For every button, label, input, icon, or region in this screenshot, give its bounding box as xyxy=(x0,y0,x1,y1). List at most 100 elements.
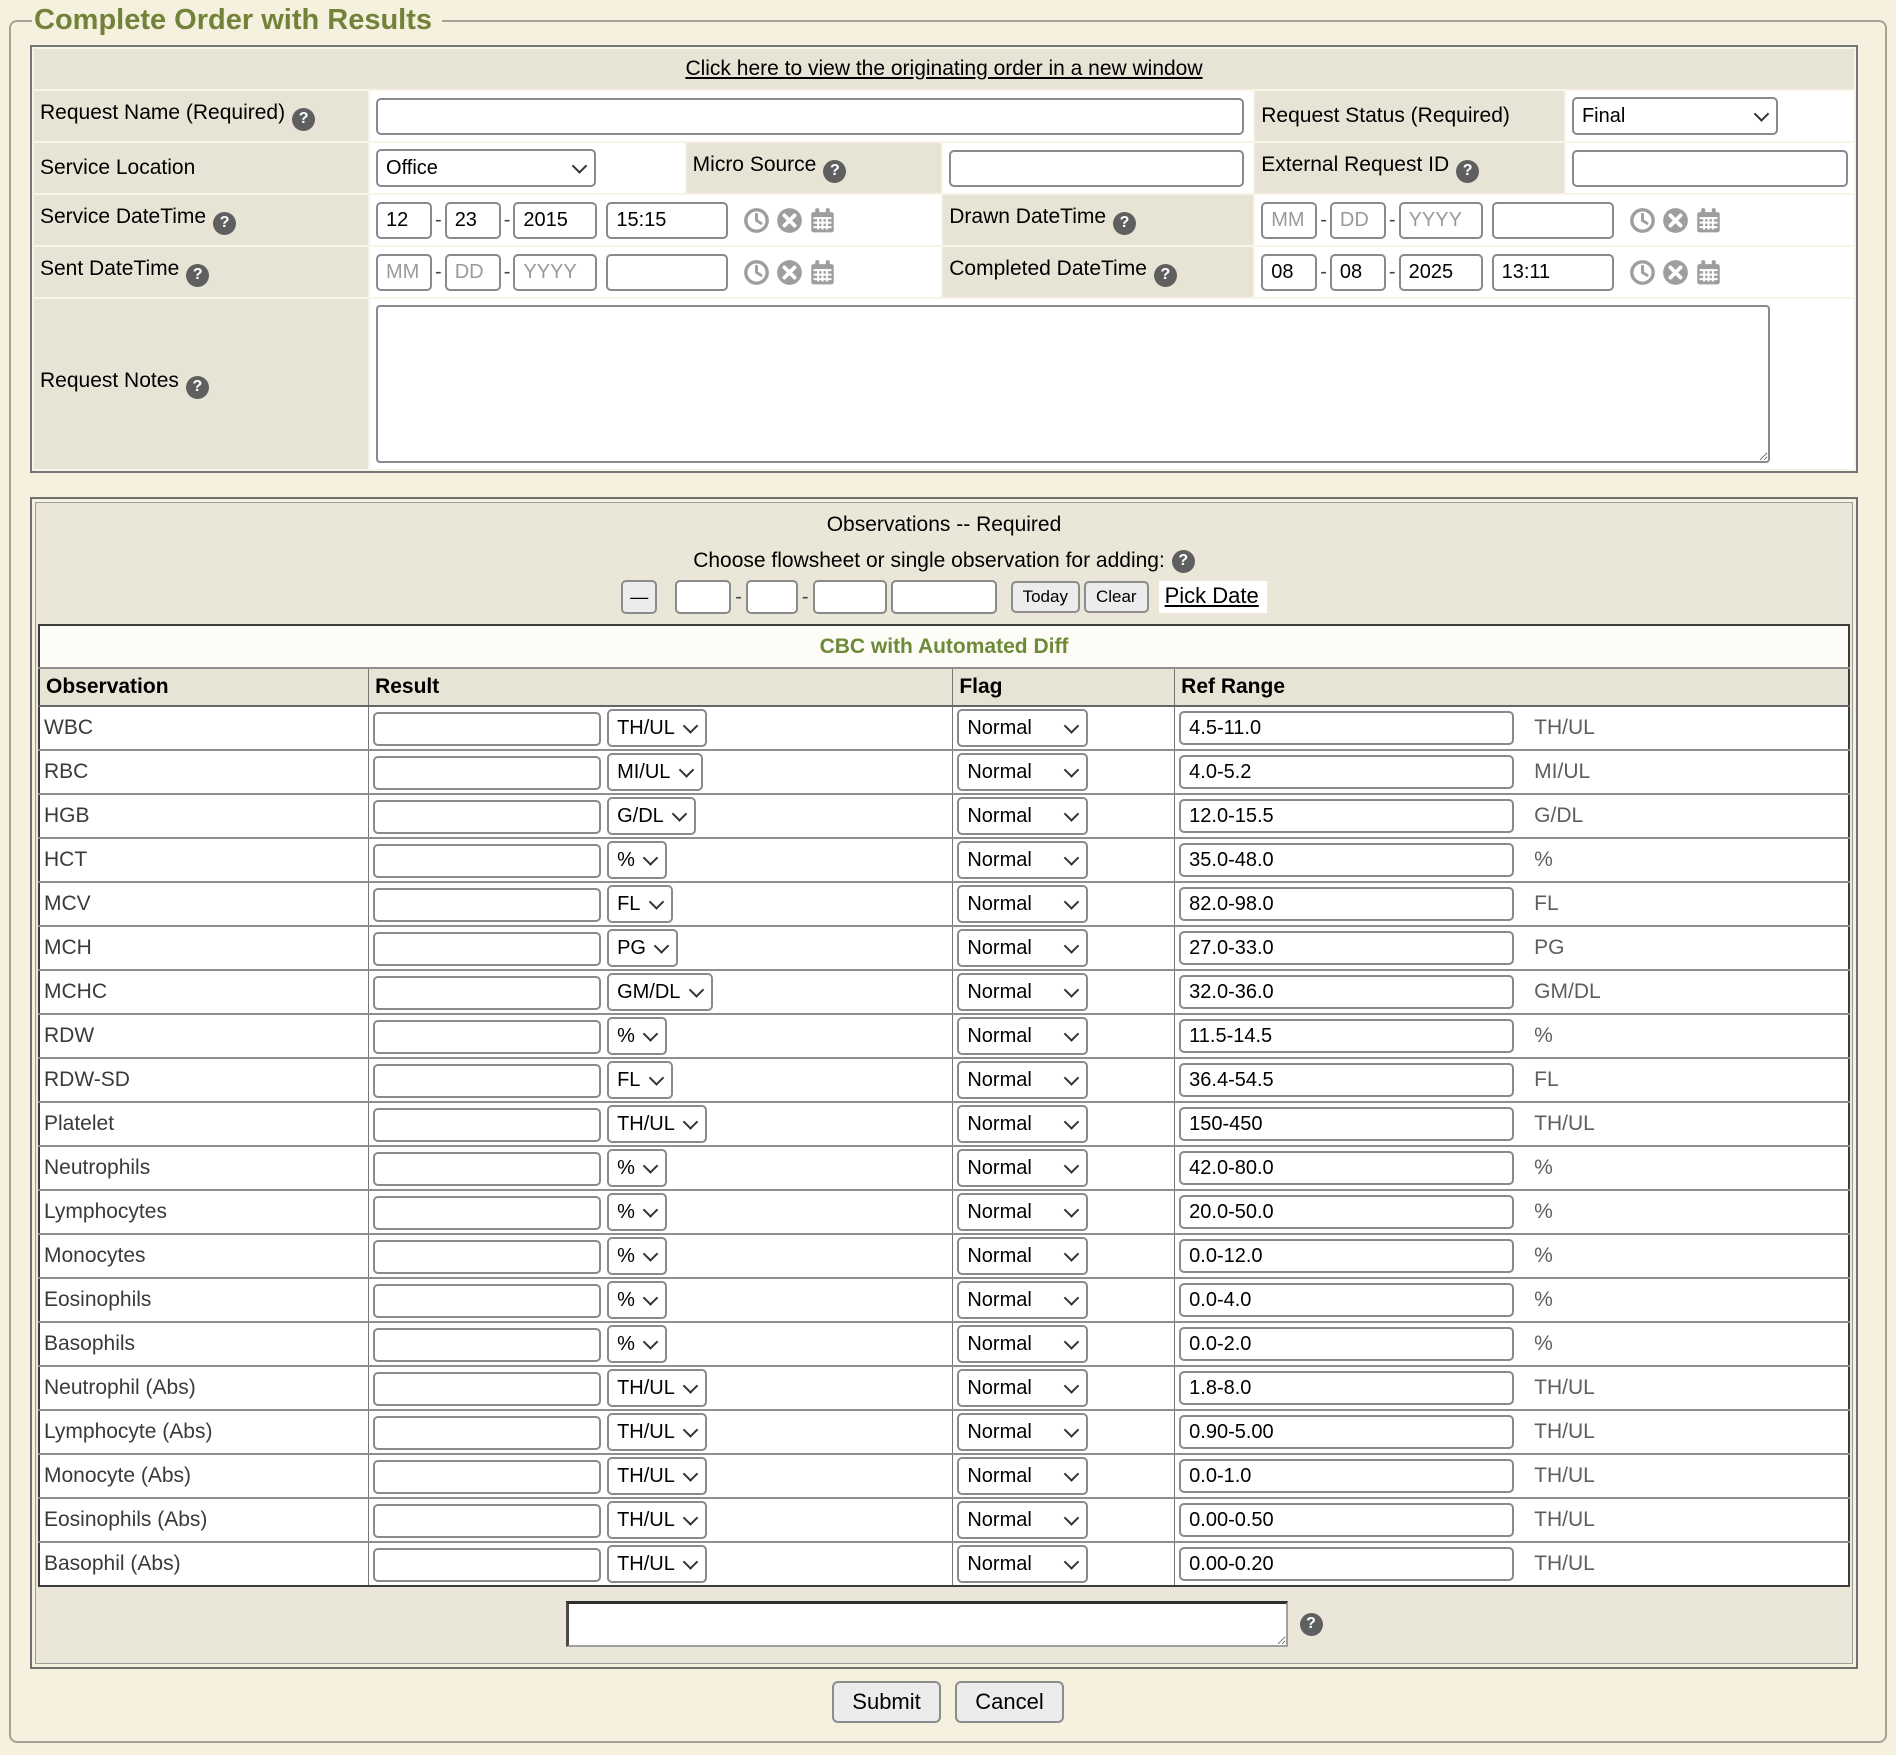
result-input[interactable] xyxy=(373,712,601,746)
completed-month-input[interactable] xyxy=(1261,254,1317,291)
ref-range-input[interactable] xyxy=(1179,1283,1514,1317)
flag-select[interactable]: Normal xyxy=(957,885,1088,923)
result-unit-select[interactable]: TH/UL xyxy=(607,1501,707,1539)
result-unit-select[interactable]: % xyxy=(607,1193,667,1231)
result-input[interactable] xyxy=(373,800,601,834)
flag-select[interactable]: Normal xyxy=(957,709,1088,747)
ref-range-input[interactable] xyxy=(1179,887,1514,921)
result-input[interactable] xyxy=(373,932,601,966)
completed-year-input[interactable] xyxy=(1399,254,1483,291)
flowsheet-month-input[interactable] xyxy=(675,580,731,614)
result-unit-select[interactable]: G/DL xyxy=(607,797,696,835)
result-input[interactable] xyxy=(373,1372,601,1406)
help-icon[interactable]: ? xyxy=(292,108,315,131)
result-unit-select[interactable]: % xyxy=(607,1017,667,1055)
result-input[interactable] xyxy=(373,1240,601,1274)
service-month-input[interactable] xyxy=(376,202,432,239)
flag-select[interactable]: Normal xyxy=(957,1545,1088,1583)
ref-range-input[interactable] xyxy=(1179,1327,1514,1361)
result-input[interactable] xyxy=(373,1460,601,1494)
drawn-year-input[interactable] xyxy=(1399,202,1483,239)
result-input[interactable] xyxy=(373,756,601,790)
result-unit-select[interactable]: PG xyxy=(607,929,678,967)
sent-year-input[interactable] xyxy=(513,254,597,291)
ref-range-input[interactable] xyxy=(1179,1019,1514,1053)
ref-range-input[interactable] xyxy=(1179,843,1514,877)
calendar-icon[interactable] xyxy=(809,207,836,234)
result-unit-select[interactable]: TH/UL xyxy=(607,709,707,747)
micro-source-input[interactable] xyxy=(949,150,1244,187)
result-unit-select[interactable]: TH/UL xyxy=(607,1457,707,1495)
completed-day-input[interactable] xyxy=(1330,254,1386,291)
request-notes-textarea[interactable] xyxy=(376,305,1770,463)
remove-observation-button[interactable]: — xyxy=(621,580,657,614)
flag-select[interactable]: Normal xyxy=(957,1105,1088,1143)
sent-time-input[interactable] xyxy=(606,254,728,291)
result-input[interactable] xyxy=(373,1416,601,1450)
flag-select[interactable]: Normal xyxy=(957,973,1088,1011)
calendar-icon[interactable] xyxy=(1695,259,1722,286)
cancel-button[interactable]: Cancel xyxy=(955,1681,1063,1723)
pick-date-link[interactable]: Pick Date xyxy=(1159,581,1267,613)
clock-icon[interactable] xyxy=(1629,207,1656,234)
help-icon[interactable]: ? xyxy=(213,212,236,235)
result-input[interactable] xyxy=(373,1064,601,1098)
sent-month-input[interactable] xyxy=(376,254,432,291)
external-request-id-input[interactable] xyxy=(1572,150,1848,187)
result-unit-select[interactable]: TH/UL xyxy=(607,1545,707,1583)
ref-range-input[interactable] xyxy=(1179,975,1514,1009)
flowsheet-time-input[interactable] xyxy=(891,580,997,614)
flag-select[interactable]: Normal xyxy=(957,1149,1088,1187)
result-unit-select[interactable]: TH/UL xyxy=(607,1105,707,1143)
help-icon[interactable]: ? xyxy=(1172,550,1195,573)
ref-range-input[interactable] xyxy=(1179,1371,1514,1405)
ref-range-input[interactable] xyxy=(1179,1151,1514,1185)
ref-range-input[interactable] xyxy=(1179,755,1514,789)
clock-icon[interactable] xyxy=(743,207,770,234)
flag-select[interactable]: Normal xyxy=(957,929,1088,967)
result-unit-select[interactable]: TH/UL xyxy=(607,1369,707,1407)
help-icon[interactable]: ? xyxy=(186,376,209,399)
result-unit-select[interactable]: FL xyxy=(607,1061,673,1099)
result-unit-select[interactable]: % xyxy=(607,1325,667,1363)
service-location-select[interactable]: Office xyxy=(376,149,596,187)
ref-range-input[interactable] xyxy=(1179,1459,1514,1493)
flowsheet-day-input[interactable] xyxy=(746,580,798,614)
flag-select[interactable]: Normal xyxy=(957,1501,1088,1539)
result-input[interactable] xyxy=(373,1328,601,1362)
service-day-input[interactable] xyxy=(445,202,501,239)
service-time-input[interactable] xyxy=(606,202,728,239)
result-input[interactable] xyxy=(373,1020,601,1054)
service-year-input[interactable] xyxy=(513,202,597,239)
help-icon[interactable]: ? xyxy=(1300,1613,1323,1636)
flag-select[interactable]: Normal xyxy=(957,1237,1088,1275)
drawn-day-input[interactable] xyxy=(1330,202,1386,239)
help-icon[interactable]: ? xyxy=(1154,264,1177,287)
result-unit-select[interactable]: GM/DL xyxy=(607,973,713,1011)
ref-range-input[interactable] xyxy=(1179,1195,1514,1229)
result-unit-select[interactable]: TH/UL xyxy=(607,1413,707,1451)
drawn-month-input[interactable] xyxy=(1261,202,1317,239)
today-button[interactable]: Today xyxy=(1011,581,1080,613)
flag-select[interactable]: Normal xyxy=(957,1325,1088,1363)
flowsheet-year-input[interactable] xyxy=(813,580,887,614)
flag-select[interactable]: Normal xyxy=(957,1413,1088,1451)
ref-range-input[interactable] xyxy=(1179,1239,1514,1273)
flag-select[interactable]: Normal xyxy=(957,753,1088,791)
request-status-select[interactable]: Final xyxy=(1572,97,1778,135)
flag-select[interactable]: Normal xyxy=(957,1017,1088,1055)
flag-select[interactable]: Normal xyxy=(957,1193,1088,1231)
flag-select[interactable]: Normal xyxy=(957,797,1088,835)
help-icon[interactable]: ? xyxy=(823,160,846,183)
clock-icon[interactable] xyxy=(743,259,770,286)
help-icon[interactable]: ? xyxy=(186,264,209,287)
flag-select[interactable]: Normal xyxy=(957,1281,1088,1319)
result-input[interactable] xyxy=(373,976,601,1010)
clock-icon[interactable] xyxy=(1629,259,1656,286)
view-originating-order-link[interactable]: Click here to view the originating order… xyxy=(685,57,1202,80)
ref-range-input[interactable] xyxy=(1179,711,1514,745)
clear-date-icon[interactable] xyxy=(1662,259,1689,286)
result-unit-select[interactable]: % xyxy=(607,1281,667,1319)
result-input[interactable] xyxy=(373,1108,601,1142)
result-input[interactable] xyxy=(373,1152,601,1186)
